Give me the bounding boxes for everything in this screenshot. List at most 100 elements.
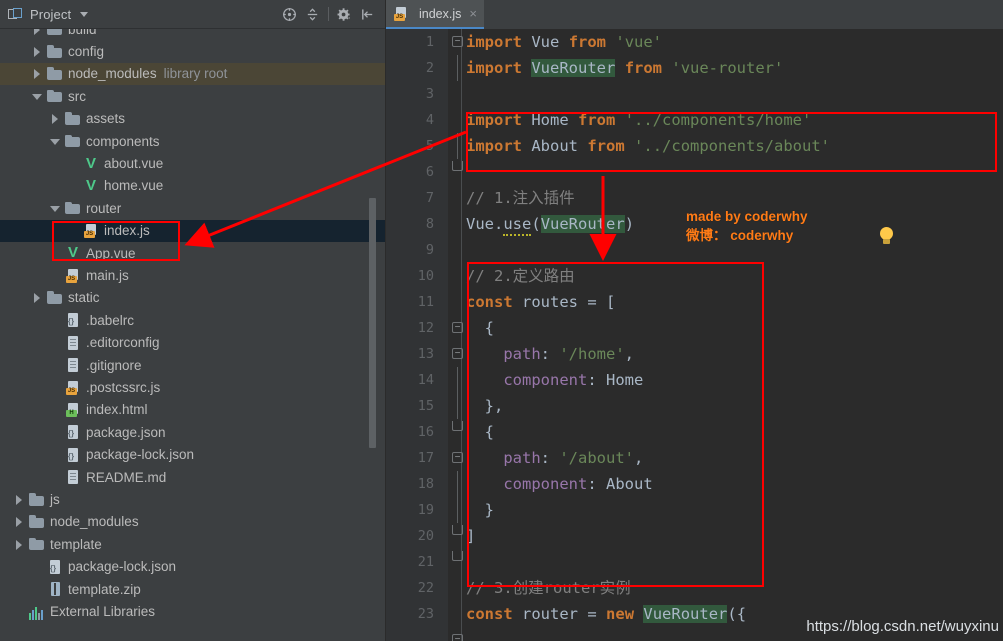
tree-row[interactable]: src [0,85,385,107]
lightbulb-icon[interactable] [878,227,895,246]
tree-twisty-collapsed-icon[interactable] [32,68,43,79]
tree-row[interactable]: .editorconfig [0,332,385,354]
code-line[interactable]: import VueRouter from 'vue-router' [466,55,1003,81]
gear-icon[interactable] [333,3,356,25]
fold-line [451,55,464,81]
fold-marker[interactable]: − [451,445,464,471]
tree-row[interactable]: node_modules [0,511,385,533]
tree-row[interactable]: static [0,287,385,309]
tree-row[interactable]: index.js [0,220,385,242]
code-line[interactable]: import Home from '../components/home' [466,107,1003,133]
code-line[interactable] [466,81,1003,107]
tree-row[interactable]: Vhome.vue [0,175,385,197]
tree-item-label: assets [86,111,125,126]
tree-row[interactable]: package-lock.json [0,444,385,466]
code-line[interactable]: ] [466,523,1003,549]
tree-row[interactable]: node_moduleslibrary root [0,63,385,85]
tree-item-label: static [68,290,100,305]
code-line[interactable]: { [466,419,1003,445]
tree-twisty-expanded-icon[interactable] [32,91,43,102]
tree-item-label: about.vue [104,156,163,171]
tree-row[interactable]: VApp.vue [0,242,385,264]
code-line[interactable]: }, [466,393,1003,419]
code-canvas[interactable]: 1234567891011121314151617181920212223 − … [386,29,1003,641]
hide-panel-icon[interactable] [356,3,379,25]
tree-twisty-collapsed-icon[interactable] [50,113,61,124]
fold-marker-end[interactable] [451,159,464,185]
tree-row[interactable]: .gitignore [0,354,385,376]
fold-marker-end[interactable] [451,419,464,445]
code-line[interactable] [466,159,1003,185]
code-line[interactable]: component: Home [466,367,1003,393]
close-icon[interactable]: × [469,7,477,20]
code-line[interactable]: { [466,315,1003,341]
tree-row[interactable]: README.md [0,466,385,488]
tab-index-js[interactable]: index.js × [386,0,484,29]
line-number: 4 [386,107,434,133]
tree-twisty-expanded-icon[interactable] [50,203,61,214]
tree-twisty-collapsed-icon[interactable] [14,516,25,527]
sidebar-scrollbar[interactable] [369,198,376,448]
tree-twisty-none [68,225,79,236]
tree-item-label: .babelrc [86,313,134,328]
tree-row[interactable]: assets [0,108,385,130]
tree-twisty-collapsed-icon[interactable] [14,539,25,550]
tree-row[interactable]: External Libraries [0,600,385,622]
fold-marker-end[interactable] [451,549,464,575]
tree-twisty-collapsed-icon[interactable] [32,46,43,57]
line-number: 16 [386,419,434,445]
doc-file-icon [65,335,81,351]
tree-row[interactable]: package-lock.json [0,556,385,578]
tree-item-subtext: library root [164,66,228,81]
fold-line [451,497,464,523]
tree-row[interactable]: components [0,130,385,152]
chevron-down-icon[interactable] [80,12,88,17]
project-panel-header: Project [0,0,385,29]
tree-row[interactable]: template.zip [0,578,385,600]
code-line[interactable]: import About from '../components/about' [466,133,1003,159]
code-line[interactable]: path: '/about', [466,445,1003,471]
folder-icon [29,492,45,508]
code-line[interactable]: import Vue from 'vue' [466,29,1003,55]
code-line[interactable]: component: About [466,471,1003,497]
vue-file-icon: V [83,156,99,172]
fold-marker[interactable]: − [451,627,464,641]
tree-row[interactable]: .babelrc [0,309,385,331]
code-line[interactable] [466,549,1003,575]
code-line[interactable]: path: '/home', [466,341,1003,367]
library-bar [32,610,34,620]
fold-marker[interactable]: − [451,315,464,341]
tree-item-label: template.zip [68,582,141,597]
tree-item-label: External Libraries [50,604,155,619]
collapse-all-icon[interactable] [301,3,324,25]
code-line[interactable]: } [466,497,1003,523]
tree-row[interactable]: index.html [0,399,385,421]
tree-twisty-collapsed-icon[interactable] [32,292,43,303]
folder-icon [47,29,63,37]
code-line[interactable]: // 2.定义路由 [466,263,1003,289]
code-line[interactable]: // 3.创建router实例 [466,575,1003,601]
tree-item-label: template [50,537,102,552]
fold-marker[interactable]: − [451,341,464,367]
tree-row[interactable]: main.js [0,264,385,286]
line-number: 10 [386,263,434,289]
tree-row[interactable]: template [0,533,385,555]
tree-twisty-expanded-icon[interactable] [50,136,61,147]
fold-marker[interactable]: − [451,29,464,55]
code-line[interactable]: const routes = [ [466,289,1003,315]
tree-row[interactable]: .postcssrc.js [0,376,385,398]
fold-marker-end[interactable] [451,523,464,549]
tree-twisty-collapsed-icon[interactable] [14,494,25,505]
annotation-note: made by coderwhy 微博： coderwhy [686,188,808,264]
tree-row[interactable]: Vabout.vue [0,152,385,174]
locate-icon[interactable] [278,3,301,25]
tree-twisty-none [50,337,61,348]
tree-row[interactable]: package.json [0,421,385,443]
tree-row[interactable]: router [0,197,385,219]
tree-twisty-collapsed-icon[interactable] [32,29,43,35]
tree-item-label: js [50,492,60,507]
project-tree[interactable]: buildconfignode_moduleslibrary rootsrcas… [0,29,385,641]
tree-row[interactable]: js [0,488,385,510]
tree-row[interactable]: config [0,40,385,62]
tree-row[interactable]: build [0,29,385,40]
